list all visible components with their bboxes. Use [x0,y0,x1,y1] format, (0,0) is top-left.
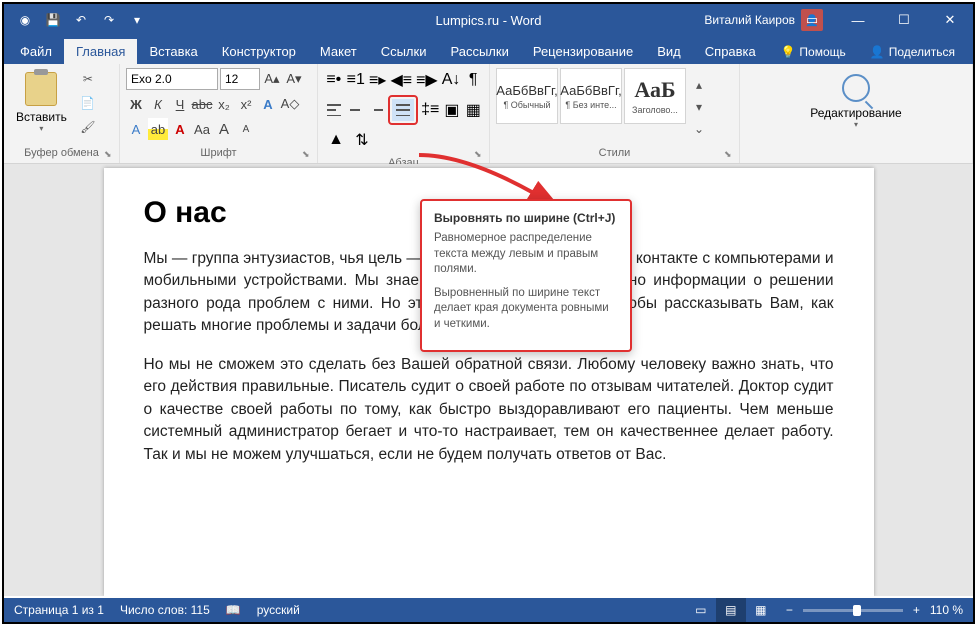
borders-button[interactable]: ▦ [465,99,482,121]
style-no-spacing[interactable]: АаБбВвГг, ¶ Без инте... [560,68,622,124]
tab-design[interactable]: Конструктор [210,39,308,64]
redo-button[interactable]: ↷ [96,7,122,33]
tab-insert[interactable]: Вставка [137,39,209,64]
styles-launcher[interactable]: ⬊ [724,149,736,161]
styles-expand[interactable]: ⌄ [688,118,710,140]
search-icon [842,74,870,102]
group-clipboard-label: Буфер обмена [10,145,113,161]
ribbon-tabs: Файл Главная Вставка Конструктор Макет С… [4,36,973,64]
minimize-button[interactable]: — [835,4,881,36]
tooltip-text-2: Выровненный по ширине текст делает края … [434,286,618,333]
align-right-button[interactable] [368,99,385,121]
clipboard-icon [25,72,57,106]
decrease-indent-button[interactable]: ◀≡ [390,69,412,91]
bold-button[interactable]: Ж [126,93,146,115]
bullets-button[interactable]: ≡• [325,69,343,91]
sort-2-button[interactable]: ⇅ [351,129,373,151]
editing-dropdown[interactable]: Редактирование ▾ [746,68,966,135]
highlight-button[interactable]: ab [148,118,168,140]
print-layout-button[interactable]: ▤ [716,598,746,622]
web-layout-button[interactable]: ▦ [746,598,776,622]
tooltip-text-1: Равномерное распределение текста между л… [434,231,618,278]
font-size-select[interactable] [220,68,260,90]
ribbon-options-button[interactable]: ▭ [789,4,835,36]
shrink-font-button[interactable]: A▾ [284,68,304,90]
ribbon: Вставить ▾ ✂ 📄 🖌 Буфер обмена ⬊ A▴ A▾ Ж … [4,64,973,164]
subscript-button[interactable]: x₂ [214,93,234,115]
align-center-button[interactable] [346,99,363,121]
undo-button[interactable]: ↶ [68,7,94,33]
close-button[interactable]: ✕ [927,4,973,36]
text-effects-button[interactable]: A [258,93,278,115]
font-launcher[interactable]: ⬊ [302,149,314,161]
maximize-button[interactable]: ☐ [881,4,927,36]
tell-me-button[interactable]: 💡Помощь [768,40,857,64]
cut-button[interactable]: ✂ [77,68,99,90]
multilevel-button[interactable]: ≡▸ [369,69,387,91]
clear-formatting-button[interactable]: A◇ [280,93,300,115]
copy-button[interactable]: 📄 [77,92,99,114]
justify-button[interactable] [392,99,414,121]
zoom-slider[interactable] [803,609,903,612]
show-marks-button[interactable]: ¶ [464,69,482,91]
font-color-button[interactable]: A [170,118,190,140]
superscript-button[interactable]: x² [236,93,256,115]
statusbar: Страница 1 из 1 Число слов: 115 📖 русски… [4,598,973,622]
justify-tooltip: Выровнять по ширине (Ctrl+J) Равномерное… [420,199,632,352]
clipboard-launcher[interactable]: ⬊ [104,149,116,161]
titlebar: ◉ 💾 ↶ ↷ ▾ Lumpics.ru - Word Виталий Каир… [4,4,973,36]
shrink-font-2[interactable]: A [236,118,256,140]
page-indicator[interactable]: Страница 1 из 1 [14,603,104,617]
style-normal[interactable]: АаБбВвГг, ¶ Обычный [496,68,558,124]
user-name[interactable]: Виталий Каиров [704,13,795,27]
tab-help[interactable]: Справка [693,39,768,64]
sort-button[interactable]: A↓ [442,69,461,91]
grow-font-2[interactable]: A [214,118,234,140]
change-case-button[interactable]: Aa [192,118,212,140]
increase-indent-button[interactable]: ≡▶ [416,69,438,91]
line-spacing-button[interactable]: ‡≡ [421,99,439,121]
tab-view[interactable]: Вид [645,39,693,64]
word-count[interactable]: Число слов: 115 [120,603,210,617]
tab-layout[interactable]: Макет [308,39,369,64]
zoom-level[interactable]: 110 % [930,603,963,617]
styles-scroll-down[interactable]: ▾ [688,96,710,118]
styles-scroll-up[interactable]: ▴ [688,74,710,96]
qat-customize[interactable]: ▾ [124,7,150,33]
autosave-toggle[interactable]: ◉ [12,7,38,33]
tab-home[interactable]: Главная [64,39,137,64]
grow-font-button[interactable]: A▴ [262,68,282,90]
align-left-button[interactable] [325,99,342,121]
zoom-out-button[interactable]: − [786,603,793,617]
shading-button[interactable]: ▣ [443,99,460,121]
tab-file[interactable]: Файл [8,39,64,64]
font-name-select[interactable] [126,68,218,90]
paste-button[interactable]: Вставить ▾ [10,68,73,145]
tooltip-title: Выровнять по ширине (Ctrl+J) [434,211,618,225]
justify-highlight [388,95,418,125]
lightbulb-icon: 💡 [780,45,795,59]
read-mode-button[interactable]: ▭ [686,598,716,622]
italic-button[interactable]: К [148,93,168,115]
numbering-button[interactable]: ≡1 [347,69,365,91]
text-effects-2-button[interactable]: A [126,118,146,140]
zoom-in-button[interactable]: + [913,603,920,617]
proofing-icon[interactable]: 📖 [226,603,241,617]
underline-button[interactable]: Ч [170,93,190,115]
style-heading1[interactable]: АаБ Заголово... [624,68,686,124]
format-painter-button[interactable]: 🖌 [77,116,99,138]
tab-references[interactable]: Ссылки [369,39,439,64]
save-button[interactable]: 💾 [40,7,66,33]
tab-review[interactable]: Рецензирование [521,39,645,64]
group-font-label: Шрифт [126,145,311,161]
doc-paragraph-2[interactable]: Но мы не сможем это сделать без Вашей об… [144,354,834,466]
share-button[interactable]: 👤Поделиться [858,40,967,64]
shading-2-button[interactable]: ▲ [325,129,347,151]
tab-mailings[interactable]: Рассылки [438,39,520,64]
strikethrough-button[interactable]: abc [192,93,212,115]
language-indicator[interactable]: русский [257,603,300,617]
share-icon: 👤 [870,45,885,59]
window-title: Lumpics.ru - Word [436,13,542,28]
